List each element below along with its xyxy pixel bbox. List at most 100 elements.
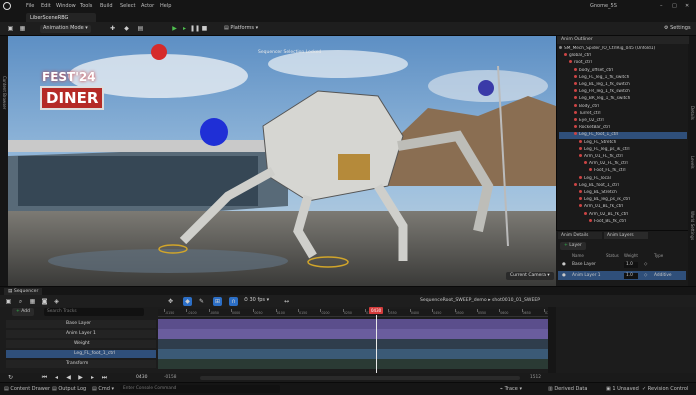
control-sphere-red[interactable] [151, 44, 167, 60]
platforms-button[interactable]: ▤ Platforms ▾ [224, 25, 258, 33]
add-track-button[interactable]: + Add [12, 308, 34, 316]
sequencer-track-row[interactable]: Anim Layer 1 [6, 330, 156, 338]
blueprint-icon[interactable]: ◆ [122, 24, 131, 33]
render-icon[interactable]: ◈ [52, 297, 61, 306]
content-drawer-button[interactable]: ▤ Content Drawer [4, 386, 50, 392]
unreal-logo-icon[interactable] [3, 2, 11, 10]
trace-button[interactable]: ⌁ Trace ▾ [500, 386, 522, 392]
outliner-row[interactable]: Body_ctrl [559, 103, 687, 110]
console-command-input[interactable]: Enter Console Command [120, 385, 280, 393]
snap-icon[interactable]: ⊞ [213, 297, 222, 306]
outliner-row[interactable]: Leg_FR_leg_1_fk_switch [559, 89, 687, 95]
fps-dropdown[interactable]: ⏱ 30 fps ▾ [244, 297, 269, 305]
outliner-row[interactable]: Leg_BL_leg_1_fk_switch [559, 82, 687, 88]
cmd-dropdown[interactable]: ▤ Cmd ▾ [92, 386, 114, 392]
unsaved-button[interactable]: ▣ 1 Unsaved [606, 386, 639, 392]
frame-readout[interactable]: 0430 [136, 375, 147, 380]
outliner-tab[interactable]: Anim Outliner [557, 36, 689, 44]
outliner-row[interactable]: Foot_BL_fk_ctrl [559, 218, 687, 225]
maximize-icon[interactable]: □ [672, 3, 677, 9]
key-icon[interactable]: ◇ [644, 261, 647, 269]
revision-control-button[interactable]: ✓ Revision Control [642, 386, 688, 392]
outliner-row[interactable]: Turret_ctrl [559, 110, 687, 117]
menu-window[interactable]: Window [56, 3, 76, 9]
cinematics-icon[interactable]: ▤ [136, 24, 145, 33]
layer-weight-field[interactable]: 1.0 [624, 262, 638, 268]
create-icon[interactable]: ✚ [108, 24, 117, 33]
playhead-marker[interactable]: 0430 [369, 307, 384, 314]
outliner-row[interactable]: Eye_02_ctrl [559, 118, 687, 124]
stop-icon[interactable]: ■ [200, 24, 209, 33]
control-sphere-blue-large[interactable] [200, 118, 228, 146]
save-icon[interactable]: ▣ [6, 24, 15, 33]
layer-weight-field[interactable]: 1.0 [624, 272, 638, 279]
sequencer-track-row[interactable]: Weight [6, 340, 156, 348]
side-tab-levels[interactable]: Levels [690, 156, 695, 169]
sequencer-track-row[interactable]: Base Layer [6, 320, 156, 328]
track-search-input[interactable]: Search Tracks [44, 308, 144, 316]
sequencer-track-row[interactable]: Transform [6, 360, 156, 368]
lane-weight[interactable] [158, 339, 548, 349]
derived-data-button[interactable]: ▥ Derived Data [548, 386, 587, 392]
menu-help[interactable]: Help [160, 3, 171, 9]
add-layer-button[interactable]: + Layer [560, 242, 586, 250]
outliner-row[interactable]: RocketBar_ctrl [559, 125, 687, 131]
outliner-row[interactable]: Leg_BL_leg_ps_ik_ctrl [559, 197, 687, 203]
side-tab-details[interactable]: Details [690, 106, 695, 120]
layer-type[interactable]: Additive [654, 271, 672, 280]
lane-base-layer[interactable] [158, 319, 548, 329]
range-end[interactable]: 1512 [530, 375, 541, 380]
outliner-row[interactable]: Foot_FL_fk_ctrl [559, 168, 687, 174]
lane-anim-layer-1[interactable] [158, 329, 548, 339]
grid-icon[interactable]: ▦ [18, 24, 27, 33]
outliner-row[interactable]: body_offset_ctrl [559, 67, 687, 74]
outliner-row[interactable]: Leg_FL_leg_ps_ik_ctrl [559, 146, 687, 153]
pause-icon[interactable]: ❚❚ [190, 24, 200, 33]
visibility-icon[interactable]: ● [562, 271, 566, 280]
breadcrumb-shot[interactable]: shot0010_01_SWEEP [492, 298, 540, 303]
timeline-scrollbar[interactable] [200, 376, 520, 380]
control-sphere-blue-small[interactable] [478, 80, 494, 96]
outliner-row[interactable]: Arm_01_FL_fk_ctrl [559, 154, 687, 160]
jump-start-icon[interactable]: ⏮ [40, 373, 49, 382]
lane-transform[interactable] [158, 359, 548, 369]
lane-leg-fl-foot[interactable] [158, 349, 548, 359]
menu-tools[interactable]: Tools [80, 3, 92, 9]
side-tab-world-settings[interactable]: World Settings [690, 211, 695, 240]
outliner-row[interactable]: Leg_BR_leg_1_fk_switch [559, 96, 687, 102]
play-reverse-icon[interactable]: ◀ [64, 373, 73, 382]
step-back-icon[interactable]: ◂ [52, 373, 61, 382]
side-tab-content-browser[interactable]: Content Browser [2, 76, 7, 109]
auto-key-icon[interactable]: ◆ [183, 297, 192, 306]
range-start[interactable]: -0158 [164, 375, 177, 380]
play-options-icon[interactable]: ▸ [180, 24, 189, 33]
jump-end-icon[interactable]: ⏭ [100, 373, 109, 382]
sequencer-tab[interactable]: ▤ Sequencer [4, 288, 43, 295]
current-camera-button[interactable]: Current Camera ▾ [506, 272, 554, 280]
tab-anim-details[interactable]: Anim Details [558, 232, 602, 239]
layer-row-anim-layer-1[interactable]: ● Anim Layer 1 1.0 ◇ Additive [558, 271, 686, 280]
close-icon[interactable]: ✕ [685, 3, 689, 9]
outliner-row[interactable]: SM_Mech_Spider_IO_CtrlRig_045 (Unfold1) [559, 46, 687, 52]
outliner-row[interactable]: Leg_FL_foot_1_ctrl [559, 132, 687, 139]
outliner-row[interactable]: Arm_02_BL_fk_ctrl [559, 211, 687, 218]
key-mode-icon[interactable]: ✎ [197, 297, 206, 306]
tab-anim-layers[interactable]: Anim Layers [604, 232, 648, 239]
outliner-row[interactable]: root_ctrl [559, 60, 687, 66]
mode-dropdown[interactable]: Animation Mode ▾ [40, 25, 91, 33]
outliner-row[interactable]: Leg_BL_foot_1_ctrl [559, 182, 687, 189]
sequencer-track-row[interactable]: Leg_FL_foot_1_ctrl [6, 350, 156, 358]
outliner-row[interactable]: global_ctrl [559, 53, 687, 59]
outliner-row[interactable]: Leg_BL_Stretch [559, 190, 687, 196]
minimize-icon[interactable]: – [660, 3, 663, 9]
play-forward-icon[interactable]: ▶ [76, 373, 85, 382]
save-icon[interactable]: ▣ [4, 297, 13, 306]
playback-options-icon[interactable]: ↔ [282, 297, 291, 306]
search-icon[interactable]: ⌕ [16, 297, 25, 306]
outliner-row[interactable]: Leg_FL_leg_1_fk_switch [559, 74, 687, 81]
outliner-row[interactable]: Arm_01_BL_fk_ctrl [559, 204, 687, 210]
outliner-row[interactable]: Leg_FL_local [559, 175, 687, 182]
menu-select[interactable]: Select [120, 3, 135, 9]
timeline-ruler[interactable]: -0150 -0100 -0050 0000 0050 0100 0150 0200 0250 0… [158, 309, 553, 317]
outliner-row[interactable]: Arm_02_FL_fk_ctrl [559, 161, 687, 167]
